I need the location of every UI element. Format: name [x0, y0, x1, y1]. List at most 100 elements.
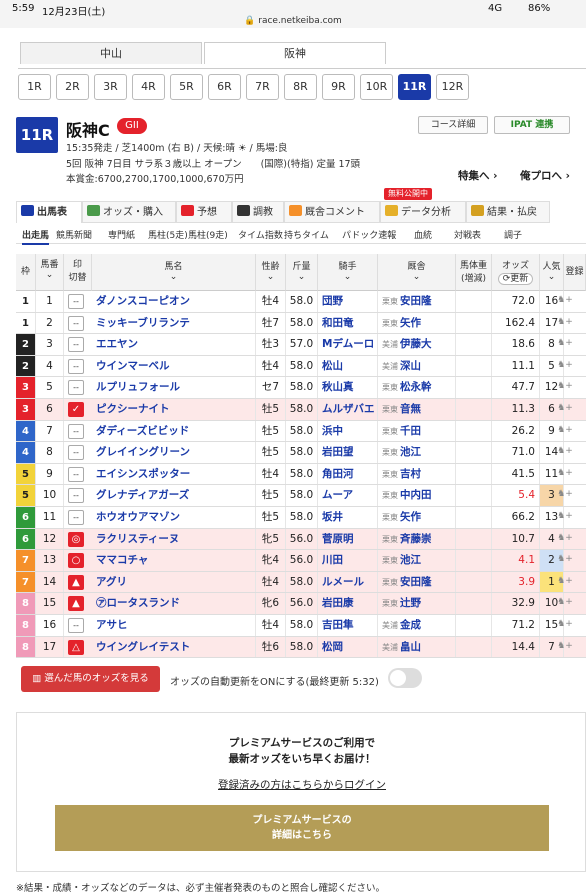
chevron-down-icon[interactable]: ⌄ — [344, 272, 352, 282]
chevron-down-icon[interactable]: ⌄ — [170, 272, 178, 282]
trainer-name[interactable]: 矢作 — [400, 511, 421, 523]
register-horse-icon[interactable]: ♞+ — [556, 533, 574, 547]
register-horse-icon[interactable]: ♞+ — [556, 511, 574, 525]
tab-5[interactable]: データ分析 — [380, 201, 466, 223]
horse-name[interactable]: ダディーズビビッド — [92, 420, 256, 442]
subtab-10[interactable]: 調子 — [504, 228, 522, 241]
race-button[interactable]: 12R — [436, 74, 469, 100]
mark-select[interactable]: -- — [68, 466, 84, 482]
mark-select[interactable]: -- — [68, 337, 84, 353]
race-button[interactable]: 6R — [208, 74, 241, 100]
table-row[interactable]: 6 12 ◎ ラクリスティーヌ 牝5 56.0 菅原明 栗東 斉藤崇 10.7 4 ♞+ — [16, 528, 586, 551]
register-horse-icon[interactable]: ♞+ — [556, 576, 574, 590]
trainer-name[interactable]: 安田隆 — [400, 295, 432, 307]
race-button[interactable]: 10R — [360, 74, 393, 100]
jockey-name[interactable]: Mデムーロ — [318, 334, 378, 355]
jockey-name[interactable]: 秋山真 — [318, 377, 378, 398]
tab-1[interactable]: オッズ・購入 — [82, 201, 176, 223]
auto-update-toggle[interactable] — [388, 668, 422, 688]
register-horse-icon[interactable]: ♞+ — [556, 403, 574, 417]
subtab-1[interactable]: 競馬新聞 — [56, 228, 92, 241]
register-horse-icon[interactable]: ♞+ — [556, 619, 574, 633]
register-horse-icon[interactable]: ♞+ — [556, 381, 574, 395]
table-row[interactable]: 5 10 -- グレナディアガーズ 牡5 58.0 ムーア 栗東 中内田 5.4 3 ♞+ — [16, 485, 586, 507]
race-button[interactable]: 9R — [322, 74, 355, 100]
horse-name[interactable]: アサヒ — [92, 615, 256, 636]
tab-0[interactable]: 出馬表 — [16, 201, 82, 223]
trainer-name[interactable]: 畠山 — [400, 641, 421, 653]
table-row[interactable]: 7 13 ○ ママコチャ 牝4 56.0 川田 栗東 池江 4.1 2 ♞+ — [16, 550, 586, 572]
trainer-name[interactable]: 池江 — [400, 554, 421, 566]
horse-name[interactable]: ママコチャ — [92, 550, 256, 571]
trainer-name[interactable]: 金成 — [400, 619, 421, 631]
mark-select[interactable]: ✓ — [68, 402, 84, 417]
trainer-name[interactable]: 深山 — [400, 360, 421, 372]
trainer-name[interactable]: 千田 — [400, 425, 421, 437]
race-button[interactable]: 1R — [18, 74, 51, 100]
jockey-name[interactable]: ルメール — [318, 571, 378, 593]
horse-name[interactable]: グレナディアガーズ — [92, 485, 256, 506]
mark-select[interactable]: -- — [68, 358, 84, 374]
horse-name[interactable]: エイシンスポッター — [92, 463, 256, 485]
tab-4[interactable]: 厩舎コメント — [284, 201, 380, 223]
mark-select[interactable]: -- — [68, 618, 84, 633]
chevron-down-icon[interactable]: ⌄ — [267, 272, 275, 282]
horse-name[interactable]: ダノンスコーピオン — [92, 291, 256, 312]
tab-3[interactable]: 調教 — [232, 201, 284, 223]
mark-select[interactable]: ○ — [68, 553, 84, 569]
race-button[interactable]: 5R — [170, 74, 203, 100]
tab-6[interactable]: 結果・払戻 — [466, 201, 550, 223]
subtab-6[interactable]: 持ちタイム — [284, 228, 329, 241]
table-row[interactable]: 4 7 -- ダディーズビビッド 牡5 58.0 浜中 栗東 千田 26.2 9 ♞+ — [16, 420, 586, 443]
trainer-name[interactable]: 中内田 — [400, 489, 432, 501]
chevron-down-icon[interactable]: ⌄ — [298, 272, 306, 282]
jockey-name[interactable]: 松山 — [318, 355, 378, 377]
jockey-name[interactable]: 団野 — [318, 291, 378, 312]
subtab-9[interactable]: 対戦表 — [454, 228, 481, 241]
table-row[interactable]: 1 1 -- ダノンスコーピオン 牡4 58.0 団野 栗東 安田隆 72.0 16 ♞+ — [16, 291, 586, 313]
premium-detail-button[interactable]: プレミアムサービスの 詳細はこちら — [55, 805, 549, 851]
jockey-name[interactable]: 菅原明 — [318, 528, 378, 550]
register-horse-icon[interactable]: ♞+ — [556, 425, 574, 439]
venue-tab[interactable]: 中山 — [20, 42, 202, 64]
register-horse-icon[interactable]: ♞+ — [556, 360, 574, 374]
register-horse-icon[interactable]: ♞+ — [556, 641, 574, 655]
table-row[interactable]: 7 14 ▲ アグリ 牡4 58.0 ルメール 栗東 安田隆 3.9 1 ♞+ — [16, 571, 586, 594]
mark-select[interactable]: △ — [68, 639, 84, 655]
table-row[interactable]: 2 3 -- エエヤン 牡3 57.0 Mデムーロ 美浦 伊藤大 18.6 8 ♞+ — [16, 334, 586, 356]
table-row[interactable]: 5 9 -- エイシンスポッター 牡4 58.0 角田河 栗東 吉村 41.5 11 ♞+ — [16, 463, 586, 486]
subtab-0[interactable]: 出走馬 — [22, 228, 50, 245]
trainer-name[interactable]: 矢作 — [400, 317, 421, 329]
course-detail-button[interactable]: コース詳細 — [418, 116, 488, 134]
subtab-4[interactable]: 馬柱(9走) — [188, 228, 228, 241]
selected-odds-button[interactable]: ▥ 選んだ馬のオッズを見る — [21, 666, 160, 692]
mark-select[interactable]: -- — [68, 294, 84, 309]
horse-name[interactable]: グレイイングリーン — [92, 442, 256, 463]
jockey-name[interactable]: 吉田隼 — [318, 615, 378, 636]
race-button[interactable]: 8R — [284, 74, 317, 100]
jockey-name[interactable]: 和田竜 — [318, 312, 378, 334]
register-horse-icon[interactable]: ♞+ — [556, 338, 574, 352]
table-row[interactable]: 4 8 -- グレイイングリーン 牡5 58.0 岩田望 栗東 池江 71.0 14 ♞+ — [16, 442, 586, 464]
table-row[interactable]: 8 15 ▲ ㋐ロータスランド 牝6 56.0 岩田康 栗東 辻野 32.9 10 ♞+ — [16, 593, 586, 615]
register-horse-icon[interactable]: ♞+ — [556, 468, 574, 482]
jockey-name[interactable]: 川田 — [318, 550, 378, 571]
horse-name[interactable]: ラクリスティーヌ — [92, 528, 256, 550]
register-horse-icon[interactable]: ♞+ — [556, 317, 574, 331]
subtab-2[interactable]: 専門紙 — [108, 228, 135, 241]
subtab-3[interactable]: 馬柱(5走) — [148, 228, 188, 241]
tab-2[interactable]: 予想 — [176, 201, 232, 223]
horse-name[interactable]: ホウオウアマゾン — [92, 507, 256, 528]
mark-toggle-button[interactable]: 切替 — [68, 273, 86, 283]
jockey-name[interactable]: ムルザバエ — [318, 399, 378, 420]
mark-select[interactable]: ▲ — [68, 596, 84, 612]
register-horse-icon[interactable]: ♞+ — [556, 446, 574, 460]
special-link[interactable]: 特集へ › — [458, 168, 497, 183]
trainer-name[interactable]: 辻野 — [400, 597, 421, 609]
race-button[interactable]: 11R — [398, 74, 431, 100]
horse-name[interactable]: ピクシーナイト — [92, 399, 256, 420]
register-horse-icon[interactable]: ♞+ — [556, 597, 574, 611]
login-link[interactable]: 登録済みの方はこちらからログイン — [17, 777, 586, 792]
trainer-name[interactable]: 池江 — [400, 446, 421, 458]
trainer-name[interactable]: 松永幹 — [400, 381, 432, 393]
